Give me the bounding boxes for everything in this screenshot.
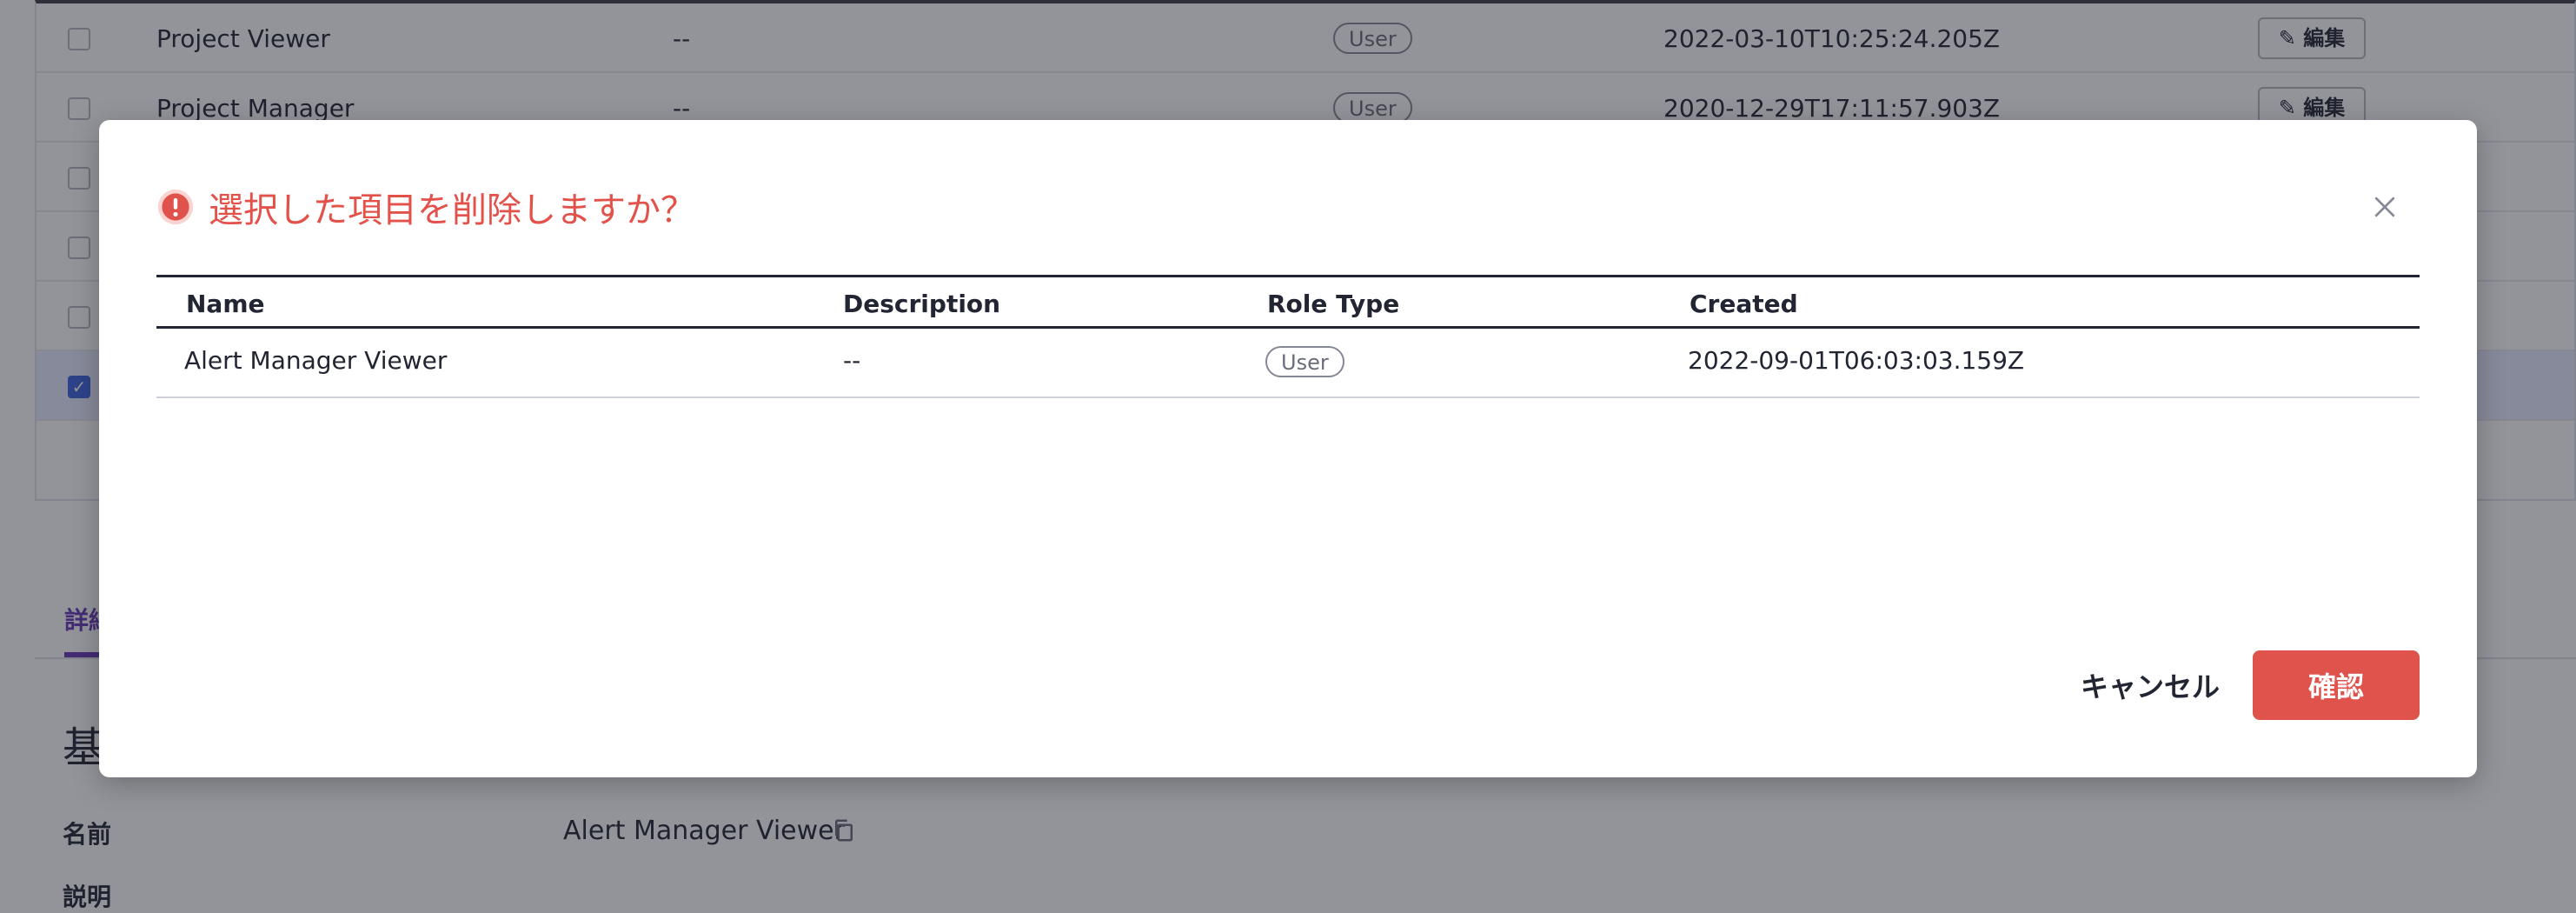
table-row: Alert Manager Viewer -- User 2022-09-01T…	[156, 329, 2420, 398]
close-icon[interactable]	[2371, 193, 2399, 221]
item-created: 2022-09-01T06:03:03.159Z	[1688, 346, 2025, 375]
column-header-description: Description	[843, 290, 1001, 318]
item-name: Alert Manager Viewer	[184, 346, 448, 375]
confirm-button[interactable]: 確認	[2253, 650, 2420, 720]
cancel-button[interactable]: キャンセル	[2046, 650, 2254, 720]
delete-confirm-modal: 選択した項目を削除しますか？ Name Description Role Typ…	[99, 120, 2477, 777]
role-type-badge: User	[1265, 346, 1344, 377]
column-header-role-type: Role Type	[1267, 290, 1400, 318]
column-header-created: Created	[1690, 290, 1798, 318]
modal-title: 選択した項目を削除しますか？	[209, 190, 695, 230]
exclamation-circle-icon	[157, 189, 194, 225]
delete-items-table: Name Description Role Type Created Alert…	[156, 275, 2420, 398]
column-header-name: Name	[186, 290, 265, 318]
modal-header: 選択した項目を削除しますか？	[156, 181, 695, 233]
table-header: Name Description Role Type Created	[156, 275, 2420, 329]
item-description: --	[843, 346, 861, 375]
